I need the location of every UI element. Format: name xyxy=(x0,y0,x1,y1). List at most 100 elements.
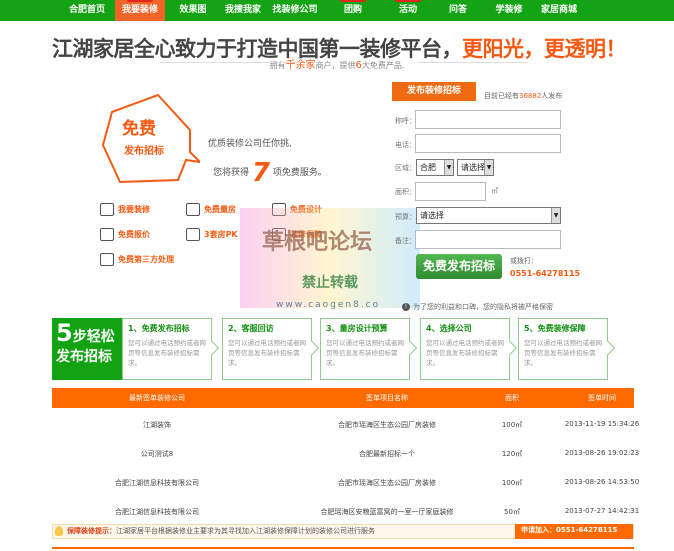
step-card: 5、免费装修保障您可以通过电话预约或者网页等信息发布装修招标需求。 xyxy=(518,318,616,380)
eye-icon xyxy=(100,203,114,216)
nav-item-label: 问答 xyxy=(448,5,467,15)
tip-key: 保障装修提示： xyxy=(67,527,116,535)
privacy-note: ! 为了您的利益和口碑，您的隐私将被严格保密 xyxy=(402,302,553,312)
pitch-number: 7 xyxy=(251,158,270,188)
remark-input[interactable] xyxy=(415,230,561,249)
new-badge xyxy=(127,0,153,2)
nav-item[interactable]: 家居商城 xyxy=(534,0,584,21)
feature-item[interactable]: 免费设计 xyxy=(272,203,322,216)
nav-item[interactable]: 效果图 xyxy=(168,0,218,21)
helmet-icon xyxy=(100,253,114,266)
step-desc: 您可以通过电话预约或者网页等信息发布装修招标需求。 xyxy=(524,339,602,367)
nav-item[interactable]: 我搜我家 xyxy=(218,0,268,21)
chevron-right-icon xyxy=(402,340,418,356)
chevron-right-icon xyxy=(502,340,518,356)
step-desc: 您可以通过电话预约或者网页等信息发布装修招标需求。 xyxy=(128,339,206,367)
nav-item[interactable]: 合肥首页 xyxy=(62,0,112,21)
nav-item-label: 学装修 xyxy=(495,5,523,15)
nav-item[interactable]: 找装修公司 xyxy=(270,0,320,21)
publish-count-note: 目前已经有36882人发布 xyxy=(484,91,562,101)
subline-text: 大免费产品. xyxy=(361,61,405,70)
subline: 拥有千余家商户，提供6大免费产品. xyxy=(0,56,674,71)
region-label: 区域： xyxy=(395,164,416,172)
privacy-text: 为了您的利益和口碑，您的隐私将被严格保密 xyxy=(413,303,553,311)
name-input[interactable] xyxy=(415,110,561,129)
top-nav: 合肥首页 我要装修 效果图 我搜我家 找装修公司 团购 活动 问答 学装修 家居商城 xyxy=(0,0,674,21)
nav-item-label: 家居商城 xyxy=(540,5,577,15)
step-desc: 您可以通过电话预约或者网页等信息发布装修招标需求。 xyxy=(426,339,504,367)
feature-item[interactable]: 我要装修 xyxy=(100,203,150,216)
chevron-right-icon xyxy=(600,340,616,356)
table-row[interactable]: 公司测试8 合肥最新招标一个 120㎡ 2013-08-26 19:02:23 xyxy=(52,443,639,472)
pitch-text: 您将获得 xyxy=(213,168,250,178)
step-desc: 您可以通过电话预约或者网页等信息发布装修招标需求。 xyxy=(326,339,404,367)
name-label: 称呼： xyxy=(395,117,416,125)
new-badge xyxy=(340,0,366,2)
promo-title: 免费 xyxy=(122,119,156,139)
area-input[interactable] xyxy=(415,182,486,201)
area-label: 面积： xyxy=(395,188,416,196)
compare-icon xyxy=(186,228,200,241)
step-title: 1、免费发布招标 xyxy=(128,324,190,333)
table-cell: 江湖装饰 xyxy=(143,421,171,429)
column-header: 最新签单装修公司 xyxy=(129,394,185,402)
new-badge xyxy=(395,0,421,2)
feature-label: 免费设计 xyxy=(290,205,322,214)
feature-label: 免费报价 xyxy=(118,230,150,239)
nav-item[interactable]: 学装修 xyxy=(484,0,534,21)
pitch-text: 项免费服务。 xyxy=(272,168,327,178)
budget-select[interactable]: 请选择 ▼ xyxy=(416,207,561,224)
step-title: 4、选择公司 xyxy=(426,324,472,333)
steps-lead-text: 发布招标 xyxy=(56,349,112,365)
tip-text: 江湖家居平台根据装修业主要求为其寻找加入江湖装修保障计划的装修公司进行服务 xyxy=(116,527,375,535)
divider xyxy=(160,62,300,63)
feature-label: 3套房PK xyxy=(204,230,238,239)
chevron-down-icon: ▼ xyxy=(551,208,560,223)
table-cell: 2013-07-27 14:42:31 xyxy=(564,507,640,515)
nav-item[interactable]: 问答 xyxy=(433,0,483,21)
call-label: 或拨打： xyxy=(510,257,538,265)
divider xyxy=(52,547,634,549)
form-tab[interactable]: 发布装修招标 xyxy=(392,82,476,101)
table-cell: 2013-08-26 14:53:50 xyxy=(564,478,640,486)
guarantee-tip: 保障装修提示：江湖家居平台根据装修业主要求为其寻找加入江湖装修保障计划的装修公司… xyxy=(52,524,634,539)
nav-item[interactable]: 我要装修 xyxy=(115,0,165,21)
chevron-right-icon xyxy=(304,340,320,356)
promo-pitch-count: 您将获得 7 项免费服务。 xyxy=(213,158,327,188)
nav-item[interactable]: 团购 xyxy=(328,0,378,21)
phone-input[interactable] xyxy=(415,134,561,153)
feature-item[interactable]: 免费报价 xyxy=(100,228,150,241)
step-card: 3、量房设计预算 您可以通过电话预约或者网页等信息发布装修招标需求。 xyxy=(320,318,418,380)
divider xyxy=(418,62,528,63)
publish-count: 36882 xyxy=(519,92,542,100)
feature-item[interactable]: 免费第三方处理 xyxy=(100,253,174,266)
step-card: 1、免费发布招标您可以通过电话预约或者网页等信息发布装修招标需求。 xyxy=(122,318,220,380)
chevron-down-icon: ▼ xyxy=(444,160,453,175)
district-select[interactable]: 请选择 ▼ xyxy=(457,159,494,176)
nav-item-label: 我要装修 xyxy=(121,5,158,15)
nav-item[interactable]: 活动 xyxy=(383,0,433,21)
district-value: 请选择 xyxy=(461,163,485,172)
table-cell: 2013-11-19 15:34:26 xyxy=(564,420,640,428)
watermark xyxy=(240,208,420,308)
document-icon xyxy=(100,228,114,241)
feature-label: 免费量房 xyxy=(204,205,236,214)
steps-count: 5 xyxy=(56,319,73,347)
step-card: 2、客服回访 您可以通过电话预约或者网页等信息发布装修招标需求。 xyxy=(222,318,320,380)
table-row[interactable]: 合肥江湖信息科技有限公司 合肥市瑶海区生态公园厂房装修 100㎡ 2013-08-26… xyxy=(52,472,639,501)
steps-lead: 5步轻松 发布招标 xyxy=(52,318,122,380)
nav-item-label: 合肥首页 xyxy=(68,5,105,15)
nav-item-label: 我搜我家 xyxy=(224,5,261,15)
join-button[interactable]: 申请加入：0551-64278115 xyxy=(515,524,633,539)
city-select[interactable]: 合肥 ▼ xyxy=(416,159,454,176)
feature-label: 我要装修 xyxy=(118,205,150,214)
feature-item[interactable]: 3套房PK xyxy=(186,228,238,241)
nav-item-label: 活动 xyxy=(398,5,417,15)
feature-item[interactable]: 免费量房 xyxy=(186,203,236,216)
promo-pitch: 优质装修公司任你挑, xyxy=(208,139,292,149)
step-title: 5、免费装修保障 xyxy=(524,324,586,333)
table-row[interactable]: 江湖装饰 合肥市瑶海区生态公园厂房装修 100㎡ 2013-11-19 15:34:2… xyxy=(52,414,639,443)
submit-button[interactable]: 免费发布招标 xyxy=(416,254,502,279)
step-title: 2、客服回访 xyxy=(228,324,274,333)
table-cell: 公司测试8 xyxy=(140,450,174,458)
